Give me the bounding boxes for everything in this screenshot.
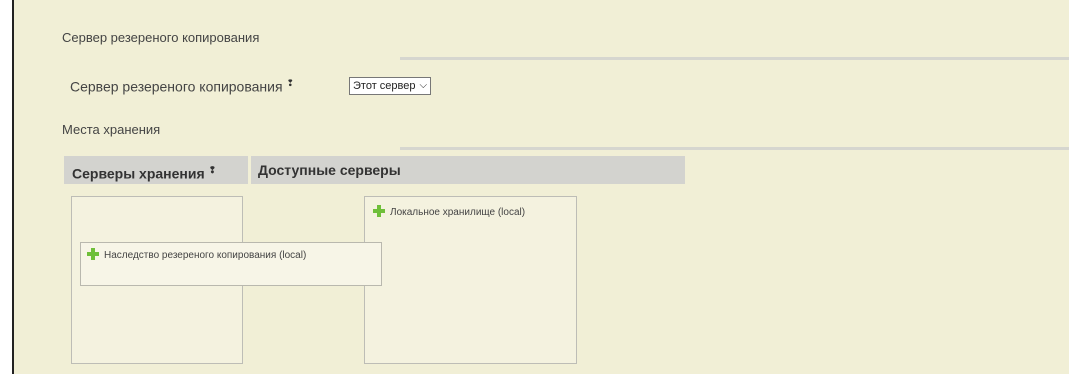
storage-table-header: Серверы хранения ❢ Доступные серверы <box>64 156 685 184</box>
backup-section-title: Сервер резереного копирования <box>62 30 260 45</box>
backup-section-divider <box>400 57 1069 60</box>
available-server-item[interactable]: Локальное хранилище (local) <box>373 205 525 220</box>
available-servers-list[interactable]: Локальное хранилище (local) <box>364 196 577 364</box>
storage-section-title: Места хранения <box>62 122 161 137</box>
available-servers-header: Доступные серверы <box>258 162 401 178</box>
backup-server-select-value: Этот сервер <box>353 80 416 92</box>
storage-server-label: Наследство резереного копирования (local… <box>104 250 307 261</box>
storage-servers-header: Серверы хранения ❢ <box>72 165 217 182</box>
chevron-down-icon: ⌵ <box>419 80 428 91</box>
storage-section-divider <box>400 147 1069 150</box>
info-icon[interactable]: ❢ <box>287 78 295 88</box>
plus-icon[interactable] <box>373 205 385 217</box>
backup-server-label-row: Сервер резереного копирования ❢ <box>70 78 294 95</box>
available-server-label: Локальное хранилище (local) <box>390 207 526 218</box>
info-icon[interactable]: ❢ <box>209 165 217 175</box>
backup-settings-panel: Сервер резереного копирования Сервер рез… <box>12 0 1069 374</box>
storage-server-item-dragging[interactable]: Наследство резереного копирования (local… <box>80 242 382 286</box>
header-separator <box>248 156 251 184</box>
plus-icon[interactable] <box>87 248 99 260</box>
backup-server-label: Сервер резереного копирования <box>70 78 283 95</box>
backup-server-select[interactable]: Этот сервер ⌵ <box>349 77 432 95</box>
